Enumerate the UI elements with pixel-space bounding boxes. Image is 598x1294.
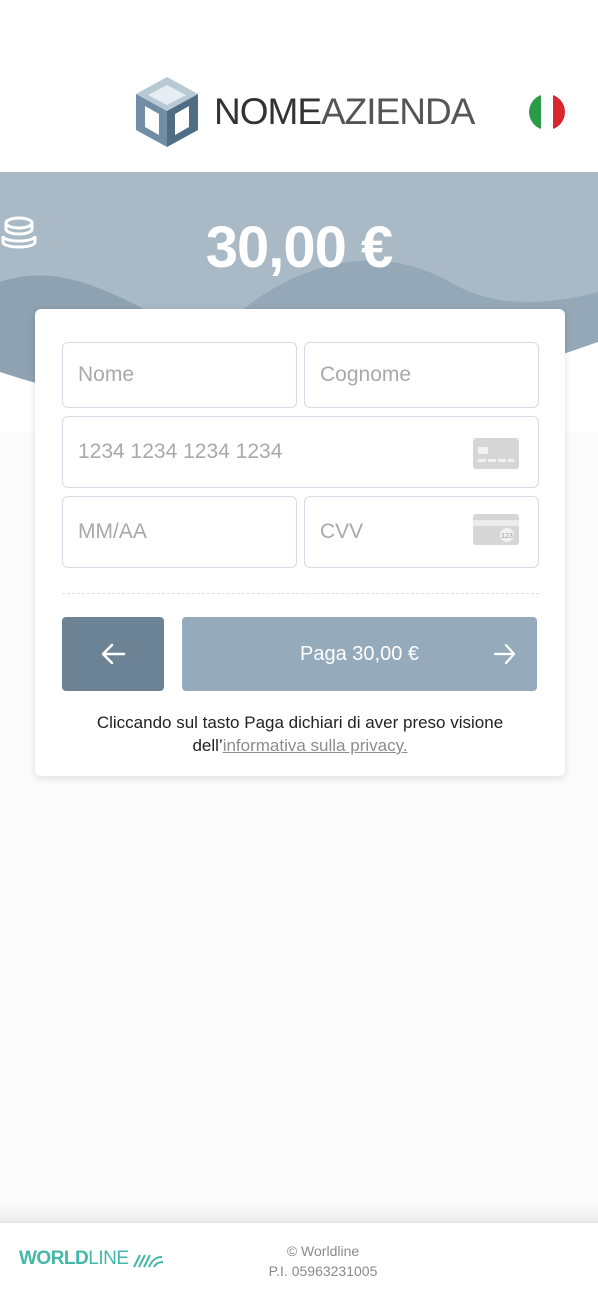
expiry-field[interactable] [62,496,297,568]
italy-flag-icon[interactable] [529,94,565,130]
worldline-logo-light: LINE [88,1248,129,1269]
first-name-input[interactable] [78,363,296,387]
arrow-right-icon [493,643,516,665]
privacy-notice: Cliccando sul tasto Paga dichiari di ave… [35,711,565,757]
privacy-text: Cliccando sul tasto Paga dichiari di ave… [96,713,504,732]
back-button[interactable] [62,617,164,691]
vat-number: P.I. 05963231005 [268,1263,378,1279]
cvv-hint-text: 123 [501,533,513,540]
privacy-text-line2: dell’ [192,736,223,755]
credit-card-icon [473,438,519,469]
card-number-field[interactable] [62,416,539,488]
header: NOMEAZIENDA [0,0,598,172]
amount-value: 30,00 € [205,215,394,280]
company-name-light: AZIENDA [321,91,475,132]
footer-shadow [0,1204,598,1224]
cvv-card-icon: 123 [473,514,519,545]
footer: WORLD LINE © Worldline P.I. 05963231005 [0,1222,598,1294]
first-name-field[interactable] [62,342,297,408]
cvv-field[interactable]: 123 [304,496,539,568]
payment-form: 123 Paga 30,00 € Cliccando sul tasto Pag… [35,309,565,776]
pay-button[interactable]: Paga 30,00 € [182,617,537,691]
footer-legal: © Worldline P.I. 05963231005 [230,1241,416,1281]
pay-button-label: Paga 30,00 € [300,642,419,665]
cube-logo-icon [136,77,198,147]
coins-icon [1,216,37,249]
expiry-input[interactable] [78,520,296,544]
worldline-logo: WORLD LINE [19,1248,164,1270]
worldline-waves-icon [132,1254,163,1268]
amount-display: 30,00 € [0,214,598,281]
card-number-input[interactable] [78,440,538,464]
worldline-logo-bold: WORLD [19,1248,89,1269]
last-name-field[interactable] [304,342,539,408]
form-divider [62,593,539,594]
company-name-bold: NOME [214,91,322,132]
privacy-policy-link[interactable]: informativa sulla privacy. [223,736,408,755]
last-name-input[interactable] [320,363,538,387]
company-name: NOMEAZIENDA [214,91,475,133]
arrow-left-icon [101,643,126,665]
copyright-text: © Worldline [286,1243,360,1259]
company-logo: NOMEAZIENDA [134,75,475,149]
